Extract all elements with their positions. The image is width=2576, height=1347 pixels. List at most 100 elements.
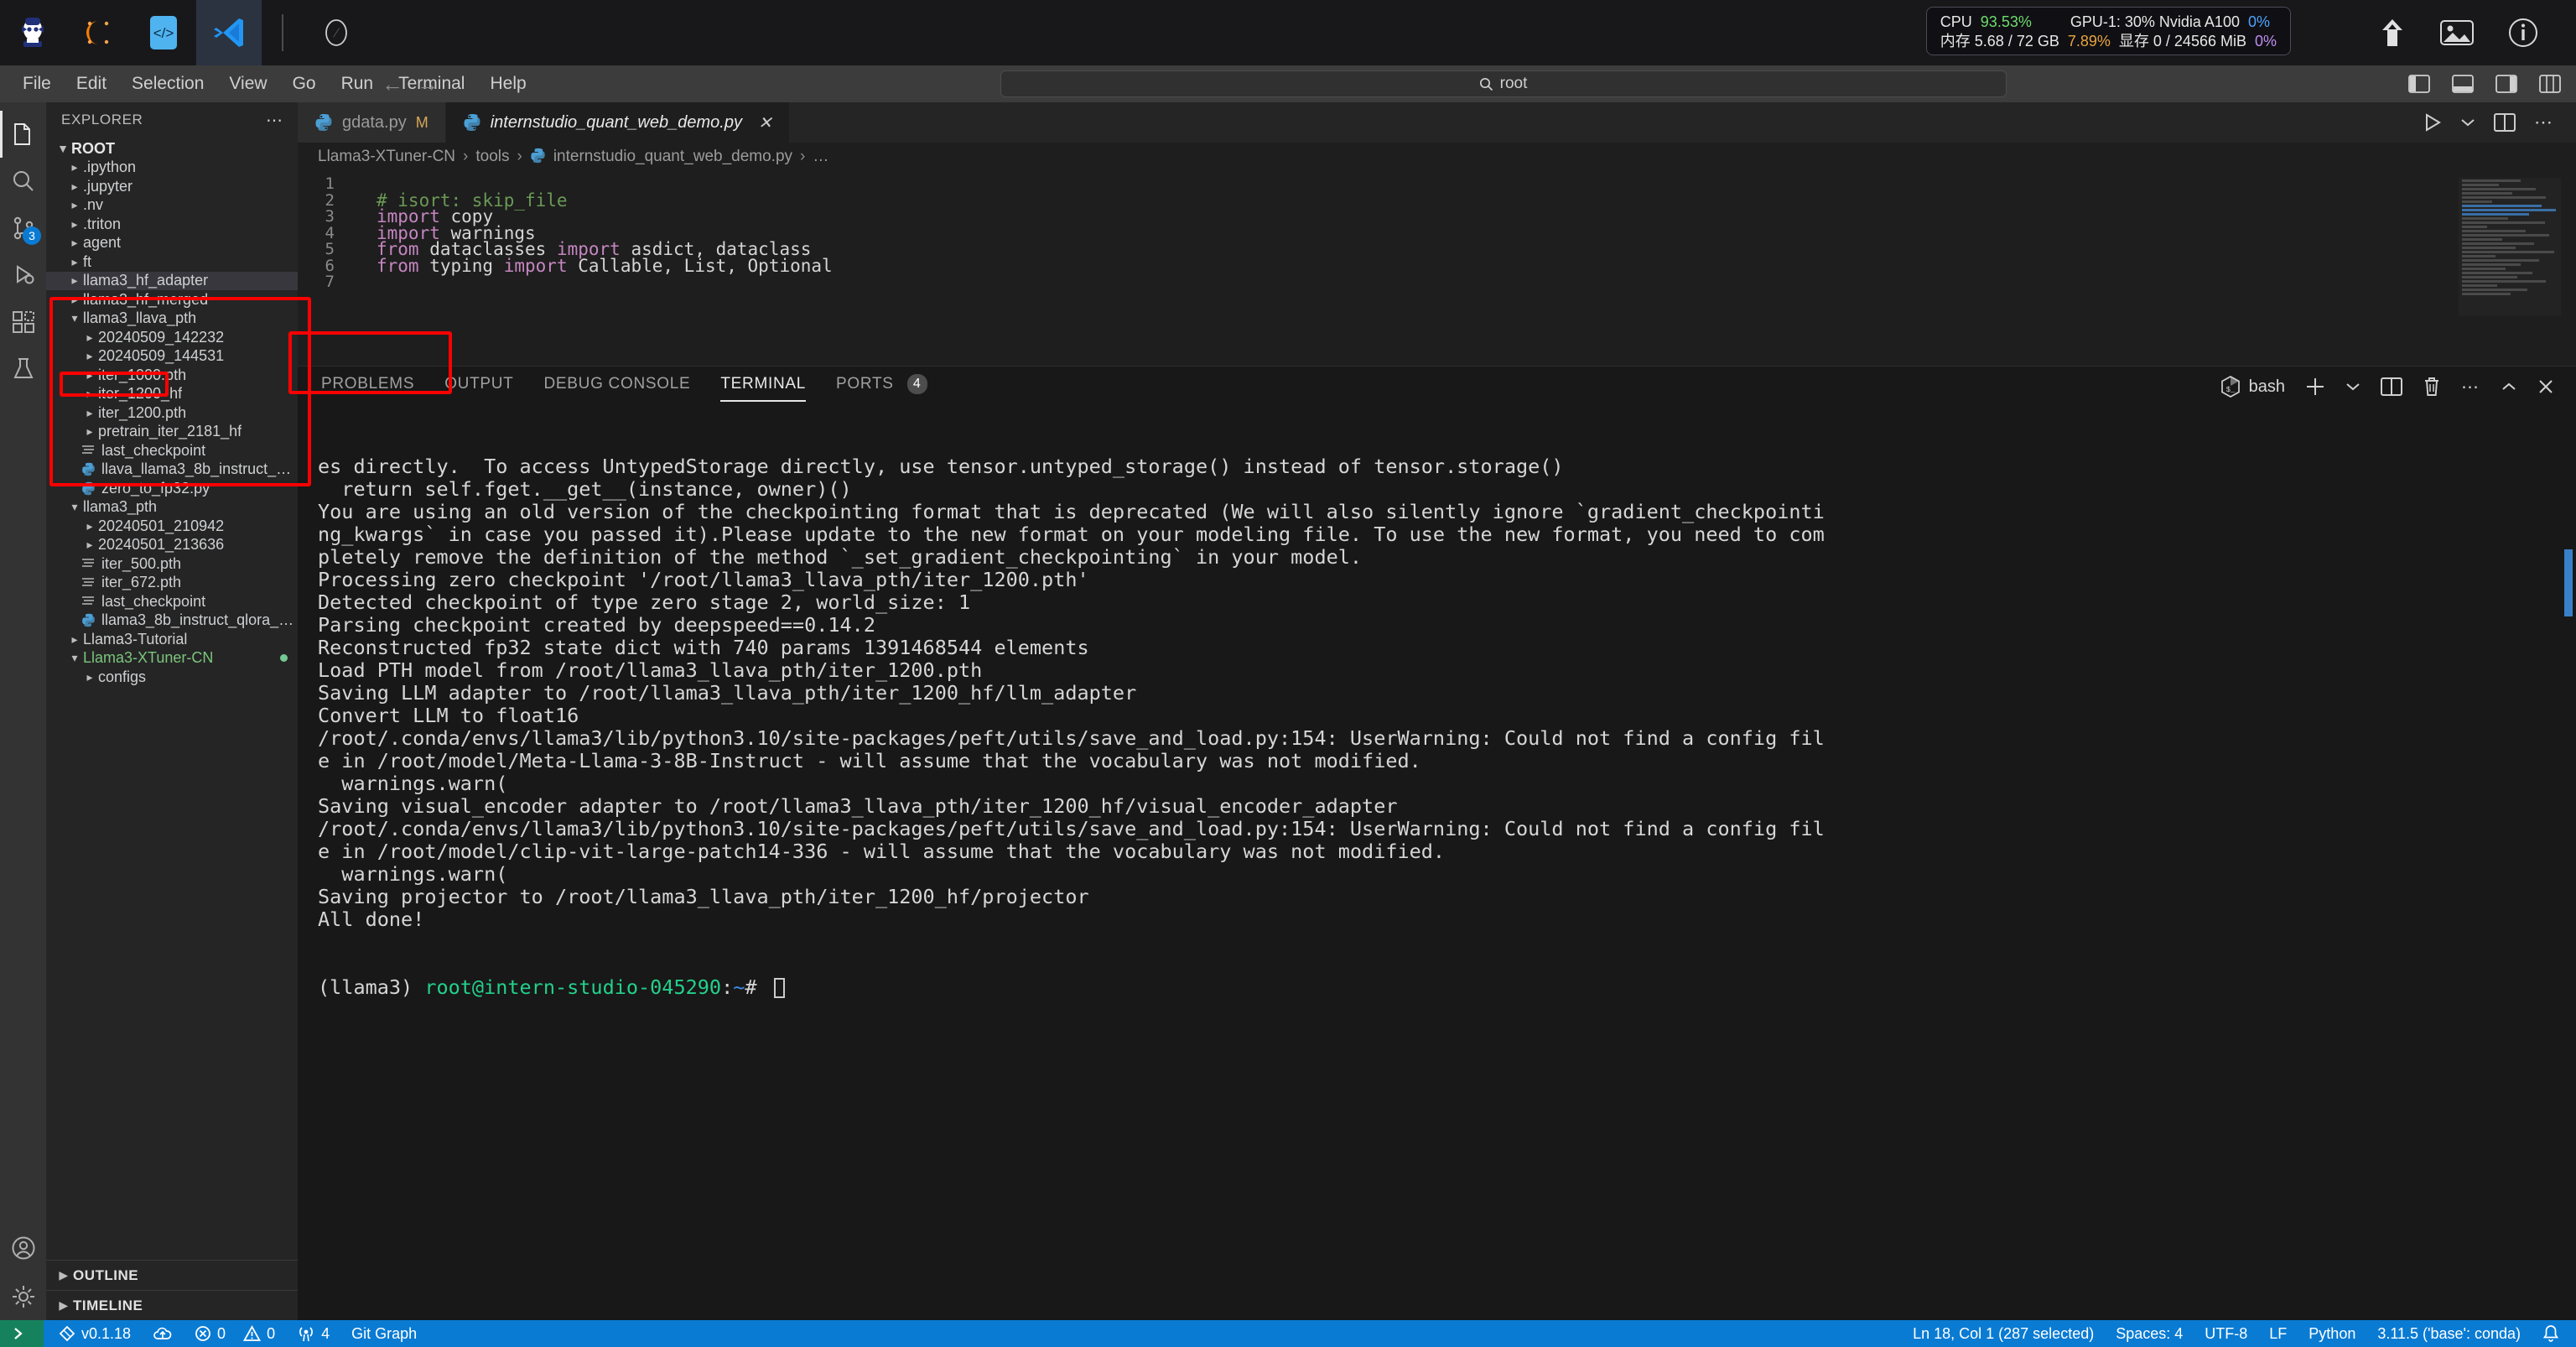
- menu-run[interactable]: Run: [329, 70, 387, 97]
- chevron-up-icon[interactable]: [2501, 381, 2517, 393]
- customize-layout-icon[interactable]: [2539, 75, 2561, 93]
- tree-item[interactable]: last_checkpoint: [46, 592, 298, 611]
- tree-item[interactable]: ▸ .triton: [46, 215, 298, 234]
- image-icon[interactable]: [2440, 18, 2474, 47]
- ellipsis-icon[interactable]: ⋯: [266, 110, 284, 131]
- toggle-primary-sidebar-icon[interactable]: [2408, 75, 2430, 93]
- tab-gdata[interactable]: gdata.py M: [298, 102, 446, 143]
- trash-icon[interactable]: [2423, 377, 2441, 397]
- sidebar-item-accounts[interactable]: [0, 1226, 46, 1273]
- tree-item[interactable]: ▸ pretrain_iter_2181_hf: [46, 423, 298, 442]
- tree-item[interactable]: ▸ 20240509_142232: [46, 328, 298, 347]
- status-python-interpreter[interactable]: 3.11.5 ('base': conda): [2377, 1325, 2521, 1343]
- arrow-right-icon[interactable]: →: [417, 71, 439, 97]
- chevron-down-icon[interactable]: [2460, 117, 2475, 127]
- ellipsis-icon[interactable]: ⋯: [2534, 112, 2554, 133]
- play-icon[interactable]: [2423, 112, 2442, 133]
- tree-item[interactable]: last_checkpoint: [46, 441, 298, 460]
- split-icon[interactable]: [2381, 377, 2402, 397]
- menu-view[interactable]: View: [216, 70, 279, 97]
- bell-icon[interactable]: [2542, 1324, 2559, 1343]
- command-center-search[interactable]: root: [1000, 70, 2007, 97]
- tab-ports[interactable]: PORTS 4: [836, 374, 927, 399]
- compass-icon[interactable]: [304, 0, 369, 65]
- sidebar-item-testing[interactable]: [0, 346, 46, 393]
- tree-item[interactable]: ▸ ft: [46, 252, 298, 272]
- menu-help[interactable]: Help: [477, 70, 538, 97]
- toggle-secondary-sidebar-icon[interactable]: [2496, 75, 2517, 93]
- tree-item[interactable]: llava_llama3_8b_instruct_qlora_clip_vit_…: [46, 460, 298, 480]
- tree-item[interactable]: ▸ iter_1200_hf: [46, 385, 298, 404]
- tree-item[interactable]: ▸ 20240501_213636: [46, 536, 298, 555]
- tree-item[interactable]: ▸ iter_1000.pth: [46, 366, 298, 385]
- tree-item[interactable]: ▸ Llama3-Tutorial: [46, 630, 298, 649]
- tree-item[interactable]: ▸ .jupyter: [46, 177, 298, 196]
- split-editor-icon[interactable]: [2494, 112, 2516, 133]
- plus-icon[interactable]: [2305, 377, 2325, 397]
- close-icon[interactable]: ✕: [758, 112, 772, 133]
- tab-terminal[interactable]: TERMINAL: [720, 375, 806, 402]
- tree-item[interactable]: ▸ llama3_hf_merged: [46, 290, 298, 309]
- tree-item[interactable]: zero_to_fp32.py: [46, 479, 298, 498]
- tree-item[interactable]: ▸ .ipython: [46, 159, 298, 178]
- terminal-shell-selector[interactable]: $_ bash: [2220, 376, 2285, 398]
- search-input[interactable]: root: [1500, 75, 1528, 93]
- chevron-down-icon[interactable]: [2345, 382, 2360, 392]
- breadcrumb-item-3[interactable]: …: [813, 148, 828, 166]
- tree-item[interactable]: ▾ Llama3-XTuner-CN: [46, 649, 298, 668]
- status-errors[interactable]: 0 0: [195, 1325, 275, 1343]
- toggle-panel-icon[interactable]: [2452, 75, 2474, 93]
- status-encoding[interactable]: UTF-8: [2205, 1325, 2247, 1343]
- info-icon[interactable]: [2507, 17, 2539, 49]
- vscode-icon[interactable]: [196, 0, 262, 65]
- arrow-left-icon[interactable]: ←: [382, 71, 403, 97]
- sidebar-item-search[interactable]: [0, 158, 46, 205]
- tab-problems[interactable]: PROBLEMS: [321, 375, 414, 398]
- sidebar-item-run-debug[interactable]: [0, 252, 46, 299]
- breadcrumb-item-1[interactable]: tools: [475, 148, 509, 166]
- status-language-mode[interactable]: Python: [2309, 1325, 2355, 1343]
- section-timeline[interactable]: ▶ TIMELINE: [46, 1290, 298, 1320]
- tree-item[interactable]: ▸ 20240501_210942: [46, 517, 298, 536]
- tree-item[interactable]: llama3_8b_instruct_qlora_assistant.py: [46, 611, 298, 631]
- menu-selection[interactable]: Selection: [119, 70, 216, 97]
- lagent-logo-icon[interactable]: [65, 0, 131, 65]
- status-eol[interactable]: LF: [2269, 1325, 2287, 1343]
- code-server-icon[interactable]: </>: [131, 0, 196, 65]
- breadcrumb-item-0[interactable]: Llama3-XTuner-CN: [318, 148, 455, 166]
- minimap[interactable]: [2459, 178, 2561, 316]
- tree-item[interactable]: ▾ llama3_pth: [46, 498, 298, 517]
- breadcrumb-item-2[interactable]: internstudio_quant_web_demo.py: [553, 148, 792, 166]
- tree-item[interactable]: ▸ configs: [46, 668, 298, 687]
- terminal-output[interactable]: es directly. To access UntypedStorage di…: [298, 407, 2576, 1320]
- menu-edit[interactable]: Edit: [64, 70, 119, 97]
- status-version[interactable]: v0.1.18: [59, 1325, 131, 1343]
- sidebar-item-settings[interactable]: [0, 1273, 46, 1320]
- terminal-scrollbar[interactable]: [2564, 549, 2573, 616]
- status-indentation[interactable]: Spaces: 4: [2116, 1325, 2183, 1343]
- status-git-graph[interactable]: Git Graph: [351, 1325, 417, 1343]
- tab-internstudio-quant-web-demo[interactable]: internstudio_quant_web_demo.py ✕: [445, 102, 790, 143]
- status-radio-tower[interactable]: 4: [297, 1325, 330, 1343]
- internlm-logo-icon[interactable]: [0, 0, 65, 65]
- section-outline[interactable]: ▶ OUTLINE: [46, 1260, 298, 1290]
- ellipsis-icon[interactable]: ⋯: [2461, 377, 2480, 398]
- tab-debug-console[interactable]: DEBUG CONSOLE: [544, 375, 691, 398]
- tree-item[interactable]: ▸ .nv: [46, 196, 298, 216]
- tree-item[interactable]: ▸ agent: [46, 234, 298, 253]
- tree-item[interactable]: iter_672.pth: [46, 574, 298, 593]
- menu-go[interactable]: Go: [280, 70, 329, 97]
- status-cloud-upload[interactable]: [153, 1325, 173, 1342]
- tree-item[interactable]: ▾ llama3_llava_pth: [46, 309, 298, 329]
- sidebar-item-explorer[interactable]: [0, 111, 46, 158]
- remote-window-indicator[interactable]: [0, 1320, 44, 1347]
- sidebar-item-extensions[interactable]: [0, 299, 46, 346]
- tab-output[interactable]: OUTPUT: [444, 375, 513, 398]
- close-icon[interactable]: [2537, 378, 2554, 395]
- status-cursor-position[interactable]: Ln 18, Col 1 (287 selected): [1913, 1325, 2094, 1343]
- tree-root[interactable]: ▼ ROOT: [46, 139, 298, 159]
- tree-item[interactable]: ▸ 20240509_144531: [46, 347, 298, 367]
- tree-item[interactable]: ▸ iter_1200.pth: [46, 403, 298, 423]
- tree-item[interactable]: ▸ llama3_hf_adapter: [46, 271, 298, 290]
- tree-item[interactable]: iter_500.pth: [46, 554, 298, 574]
